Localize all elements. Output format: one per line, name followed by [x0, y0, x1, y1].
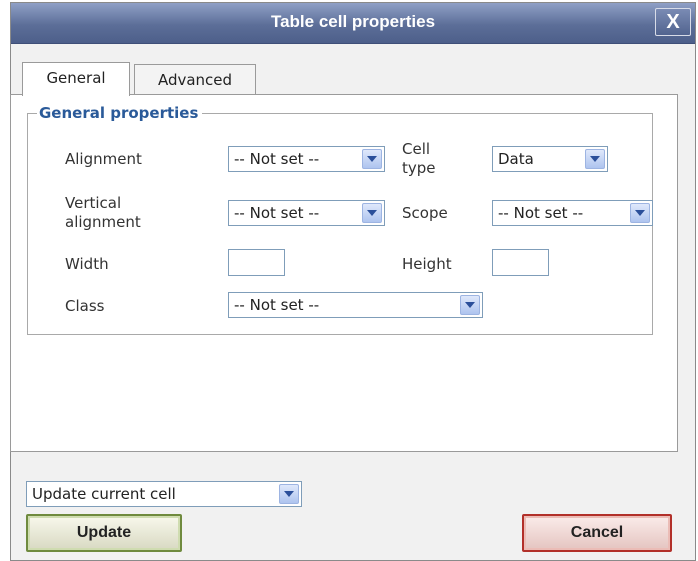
chevron-down-icon — [362, 149, 382, 169]
tab-advanced-label: Advanced — [157, 71, 233, 89]
title-bar[interactable]: Table cell properties X — [11, 3, 695, 44]
tab-advanced[interactable]: Advanced — [134, 64, 256, 94]
cell-type-label-line1: Cell — [402, 140, 431, 158]
vertical-alignment-label: Vertical alignment — [65, 194, 141, 232]
chevron-down-icon — [362, 203, 382, 223]
vertical-alignment-label-line2: alignment — [65, 213, 141, 231]
chevron-down-icon — [630, 203, 650, 223]
scope-value: -- Not set -- — [498, 204, 584, 222]
close-button[interactable]: X — [655, 8, 691, 36]
class-value: -- Not set -- — [234, 296, 320, 314]
class-label: Class — [65, 297, 105, 315]
vertical-alignment-label-line1: Vertical — [65, 194, 122, 212]
class-select[interactable]: -- Not set -- — [228, 292, 483, 318]
update-button[interactable]: Update — [26, 514, 182, 552]
general-properties-legend: General properties — [37, 104, 203, 122]
dialog-title: Table cell properties — [270, 12, 436, 31]
tab-general-label: General — [46, 69, 106, 87]
scope-label: Scope — [402, 204, 448, 222]
update-scope-select[interactable]: Update current cell — [26, 481, 302, 507]
update-scope-value: Update current cell — [32, 485, 176, 503]
alignment-select[interactable]: -- Not set -- — [228, 146, 385, 172]
cancel-button[interactable]: Cancel — [522, 514, 672, 552]
chevron-down-icon — [279, 484, 299, 504]
chevron-down-icon — [585, 149, 605, 169]
close-icon: X — [666, 11, 680, 33]
cell-type-label: Cell type — [402, 140, 436, 178]
alignment-value: -- Not set -- — [234, 150, 320, 168]
vertical-alignment-select[interactable]: -- Not set -- — [228, 200, 385, 226]
scope-select[interactable]: -- Not set -- — [492, 200, 653, 226]
tab-general[interactable]: General — [22, 62, 130, 96]
cell-type-value: Data — [498, 150, 534, 168]
vertical-alignment-value: -- Not set -- — [234, 204, 320, 222]
width-label: Width — [65, 255, 109, 273]
alignment-label: Alignment — [65, 150, 142, 168]
cell-type-label-line2: type — [402, 159, 436, 177]
chevron-down-icon — [460, 295, 480, 315]
height-label: Height — [402, 255, 452, 273]
cell-type-select[interactable]: Data — [492, 146, 608, 172]
height-input[interactable] — [492, 249, 549, 276]
width-input[interactable] — [228, 249, 285, 276]
